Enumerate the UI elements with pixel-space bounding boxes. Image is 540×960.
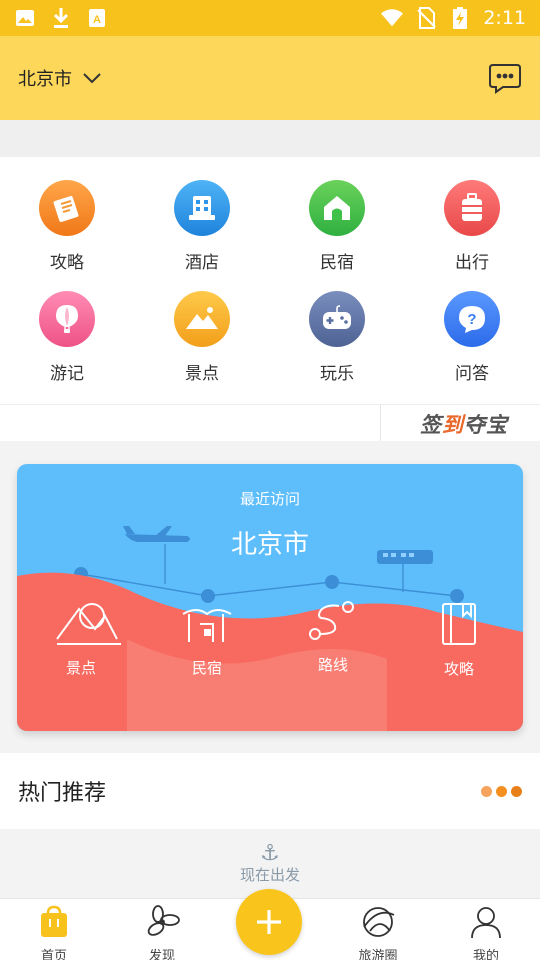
recent-item-route[interactable]: 路线 bbox=[293, 654, 373, 675]
more-button[interactable] bbox=[481, 785, 522, 797]
profile-icon bbox=[471, 907, 501, 939]
tab-profile[interactable]: 我的 bbox=[446, 905, 526, 960]
category-qa[interactable]: ? 问答 bbox=[422, 291, 522, 384]
tab-label: 旅游圈 bbox=[358, 949, 398, 960]
clock-text: 2:11 bbox=[483, 7, 526, 29]
home-bag-icon bbox=[41, 905, 67, 937]
message-button[interactable] bbox=[488, 61, 522, 95]
category-guide[interactable]: 攻略 bbox=[17, 180, 117, 273]
dot bbox=[481, 785, 492, 797]
category-label: 玩乐 bbox=[320, 364, 354, 384]
guide-book-icon bbox=[39, 180, 95, 236]
category-label: 攻略 bbox=[50, 253, 84, 273]
recent-section: 最近访问 北京市 景点 民宿 路线 攻略 bbox=[0, 441, 540, 753]
download-icon bbox=[50, 7, 72, 29]
category-scenic[interactable]: 景点 bbox=[152, 291, 252, 384]
category-travelogue[interactable]: 游记 bbox=[17, 291, 117, 384]
sign-in-row: 签到夺宝 bbox=[0, 404, 540, 442]
image-icon bbox=[14, 7, 36, 29]
tab-label: 发现 bbox=[148, 949, 175, 960]
category-label: 游记 bbox=[50, 364, 84, 384]
city-name: 北京市 bbox=[18, 69, 72, 90]
hot-recommend-header: 热门推荐 bbox=[0, 753, 540, 829]
tab-home[interactable]: 首页 bbox=[14, 905, 94, 960]
chevron-down-icon bbox=[82, 68, 102, 89]
recent-item-scenic[interactable]: 景点 bbox=[41, 657, 121, 678]
section-title: 热门推荐 bbox=[18, 781, 107, 806]
top-header: 北京市 bbox=[0, 36, 540, 120]
sign-in-treasure-button[interactable]: 签到夺宝 bbox=[420, 409, 508, 439]
status-bar: A 2:11 bbox=[0, 0, 540, 36]
wifi-icon bbox=[381, 7, 404, 29]
sign-in-text-a: 签 bbox=[420, 413, 442, 437]
plus-icon bbox=[257, 910, 281, 934]
category-label: 酒店 bbox=[185, 253, 219, 273]
category-label: 景点 bbox=[185, 364, 219, 384]
app-store-icon: A bbox=[86, 7, 108, 29]
planet-icon bbox=[363, 907, 395, 937]
category-hotel[interactable]: 酒店 bbox=[152, 180, 252, 273]
category-fun[interactable]: 玩乐 bbox=[287, 291, 387, 384]
dot bbox=[511, 785, 522, 797]
bottom-tab-bar: 首页 发现 旅游圈 我的 bbox=[0, 889, 540, 960]
banner-placeholder bbox=[0, 120, 540, 157]
gamepad-icon bbox=[309, 291, 365, 347]
homestay-icon bbox=[309, 180, 365, 236]
dot bbox=[496, 785, 507, 797]
category-label: 问答 bbox=[455, 364, 489, 384]
category-label: 出行 bbox=[455, 253, 489, 273]
svg-text:A: A bbox=[93, 14, 101, 26]
add-post-button[interactable] bbox=[236, 889, 302, 955]
sign-in-text-b: 到 bbox=[442, 413, 464, 437]
recent-city: 北京市 bbox=[230, 530, 309, 560]
recent-title: 最近访问 bbox=[239, 490, 300, 508]
depart-now[interactable]: ⚓ 现在出发 bbox=[0, 829, 540, 898]
anchor-icon: ⚓ bbox=[260, 841, 280, 866]
sign-in-text-c: 夺宝 bbox=[464, 413, 508, 437]
tab-label: 我的 bbox=[472, 949, 499, 960]
question-icon: ? bbox=[444, 291, 500, 347]
city-selector[interactable]: 北京市 bbox=[18, 65, 102, 91]
tab-discover[interactable]: 发现 bbox=[122, 905, 202, 960]
category-grid: 攻略 酒店 民宿 出行 游记 景点 玩乐 ? 问答 bbox=[0, 157, 540, 404]
hotel-icon bbox=[174, 180, 230, 236]
recent-item-guide[interactable]: 攻略 bbox=[419, 658, 499, 679]
recent-visit-card[interactable]: 最近访问 北京市 景点 民宿 路线 攻略 bbox=[17, 464, 523, 731]
tab-travel-circle[interactable]: 旅游圈 bbox=[338, 905, 418, 960]
balloon-icon bbox=[39, 291, 95, 347]
luggage-icon bbox=[444, 180, 500, 236]
recent-item-homestay[interactable]: 民宿 bbox=[167, 657, 247, 678]
divider bbox=[380, 405, 381, 442]
discover-icon bbox=[147, 905, 180, 936]
mountain-icon bbox=[174, 291, 230, 347]
chat-bubble-icon bbox=[489, 64, 521, 94]
category-homestay[interactable]: 民宿 bbox=[287, 180, 387, 273]
category-label: 民宿 bbox=[320, 253, 354, 273]
category-travel[interactable]: 出行 bbox=[422, 180, 522, 273]
svg-text:?: ? bbox=[467, 311, 476, 328]
depart-text: 现在出发 bbox=[239, 866, 300, 884]
battery-charging-icon bbox=[449, 7, 471, 29]
no-sim-icon bbox=[415, 7, 437, 29]
tab-label: 首页 bbox=[40, 949, 67, 960]
